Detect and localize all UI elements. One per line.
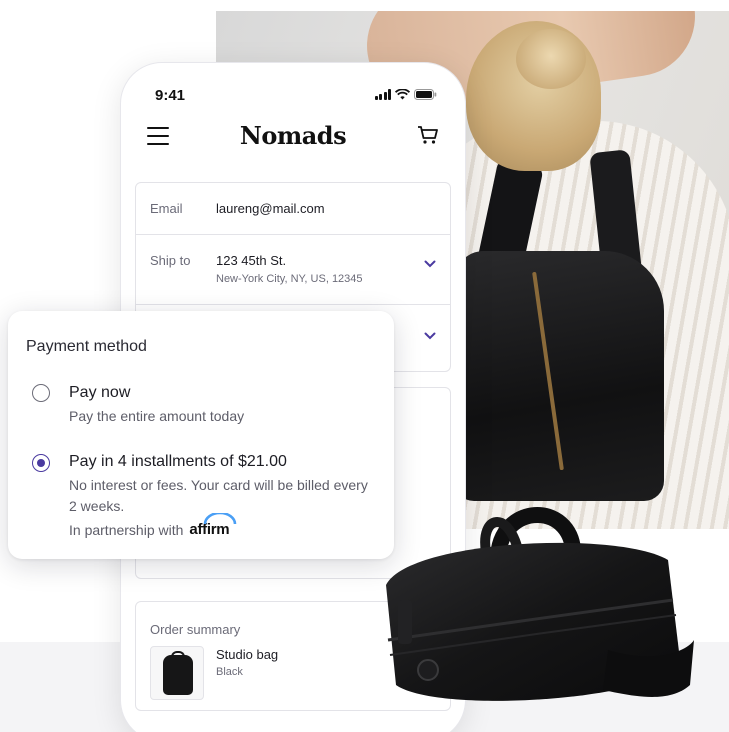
pay-installments-radio[interactable] — [32, 454, 50, 472]
email-value: laureng@mail.com — [216, 201, 325, 216]
chevron-down-icon[interactable] — [424, 255, 436, 273]
affirm-logo: affirm — [189, 513, 237, 538]
pay-installments-desc: No interest or fees. Your card will be b… — [69, 477, 368, 514]
battery-icon — [414, 89, 437, 100]
item-variant: Black — [216, 666, 243, 678]
ship-to-row[interactable]: Ship to 123 45th St. New-York City, NY, … — [136, 235, 450, 305]
pay-now-radio[interactable] — [32, 384, 50, 402]
partner-line: In partnership with affirm — [69, 513, 237, 538]
product-thumbnail[interactable] — [150, 646, 204, 700]
cart-icon[interactable] — [417, 125, 439, 150]
ship-to-label: Ship to — [150, 253, 191, 268]
status-bar: 9:41 — [121, 63, 465, 117]
partner-text: In partnership with — [69, 522, 184, 538]
email-label: Email — [150, 201, 183, 216]
payment-method-title: Payment method — [26, 338, 147, 355]
ship-to-street: 123 45th St. — [216, 253, 287, 268]
app-header: Nomads — [121, 119, 465, 163]
pay-now-desc: Pay the entire amount today — [69, 408, 245, 424]
item-name: Studio bag — [216, 647, 279, 662]
brand-logo[interactable]: Nomads — [121, 121, 465, 150]
duffel-bag-image — [368, 490, 698, 720]
signal-icon — [374, 89, 391, 100]
order-summary-title: Order summary — [150, 622, 241, 637]
pay-now-title[interactable]: Pay now — [69, 384, 130, 402]
wifi-icon — [395, 89, 410, 100]
payment-method-popup: Payment method Pay now Pay the entire am… — [8, 311, 394, 559]
status-time: 9:41 — [155, 87, 186, 104]
ship-to-city: New-York City, NY, US, 12345 — [216, 273, 363, 285]
chevron-down-icon[interactable] — [424, 327, 436, 345]
email-row[interactable]: Email laureng@mail.com — [136, 183, 450, 235]
pay-installments-title[interactable]: Pay in 4 installments of $21.00 — [69, 453, 287, 471]
